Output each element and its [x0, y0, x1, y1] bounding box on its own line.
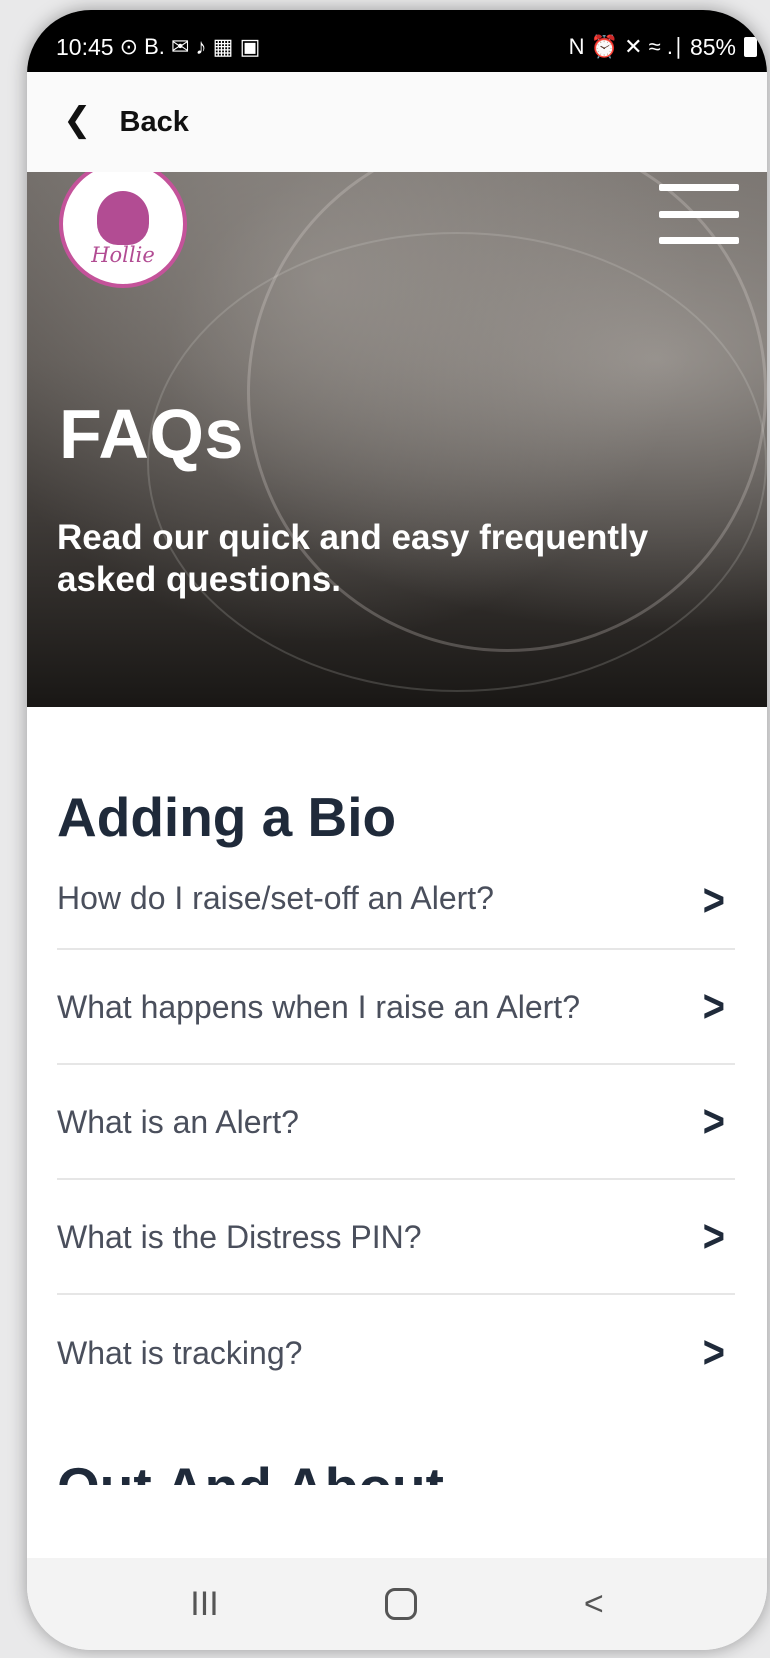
faq-item[interactable]: What is an Alert? >: [57, 1065, 735, 1180]
faq-question: What is tracking?: [57, 1335, 303, 1371]
faq-item[interactable]: What is the Distress PIN? >: [57, 1180, 735, 1295]
faq-item[interactable]: What is tracking? >: [57, 1295, 735, 1410]
back-button[interactable]: Back: [120, 106, 189, 139]
logo-portrait-icon: [97, 191, 149, 245]
hamburger-menu-icon[interactable]: [659, 184, 739, 244]
status-bar-right: N ⏰ ✕ ≈ .∣ 85%: [569, 34, 757, 61]
chevron-right-icon: >: [702, 1327, 725, 1379]
back-chevron-icon[interactable]: ❮: [63, 100, 92, 140]
system-navigation-bar: III <: [27, 1558, 767, 1650]
section-title: Adding a Bio: [57, 786, 397, 848]
home-button[interactable]: [385, 1588, 418, 1620]
status-bar-left: 10:45 ⊙ B. ✉ ♪ ▦ ▣: [56, 34, 260, 61]
system-back-button[interactable]: <: [584, 1585, 604, 1624]
chevron-right-icon: >: [702, 1211, 725, 1263]
battery-icon: [744, 37, 757, 57]
page-title: FAQs: [59, 395, 244, 473]
faq-list: How do I raise/set-off an Alert? > What …: [57, 864, 735, 1410]
faq-item[interactable]: How do I raise/set-off an Alert? >: [57, 864, 735, 950]
faq-question: What is an Alert?: [57, 1104, 299, 1140]
chevron-right-icon: >: [702, 981, 725, 1033]
hero-banner: Hollie FAQs Read our quick and easy freq…: [27, 172, 767, 707]
faq-question: What is the Distress PIN?: [57, 1219, 422, 1255]
chevron-right-icon: >: [702, 1096, 725, 1148]
menu-line: [659, 237, 739, 244]
system-status-icons: N ⏰ ✕ ≈ .∣: [568, 34, 684, 59]
recent-apps-button[interactable]: III: [190, 1585, 218, 1624]
notification-icons: ⊙ B. ✉ ♪ ▦ ▣: [119, 34, 261, 59]
menu-line: [659, 184, 739, 191]
battery-percent: 85%: [689, 33, 736, 60]
brand-logo[interactable]: Hollie: [59, 172, 187, 288]
phone-screen: 10:45 ⊙ B. ✉ ♪ ▦ ▣ N ⏰ ✕ ≈ .∣ 85% ❮ Back…: [27, 10, 767, 1650]
faq-item[interactable]: What happens when I raise an Alert? >: [57, 950, 735, 1065]
logo-wordmark: Hollie: [91, 243, 155, 267]
faq-question: What happens when I raise an Alert?: [57, 989, 580, 1025]
next-section-title: Out And About: [57, 1447, 444, 1485]
top-nav-bar: ❮ Back: [27, 72, 767, 172]
status-time: 10:45: [56, 33, 114, 60]
menu-line: [659, 210, 739, 218]
page-subtitle: Read our quick and easy frequently asked…: [57, 518, 649, 599]
status-bar: 10:45 ⊙ B. ✉ ♪ ▦ ▣ N ⏰ ✕ ≈ .∣ 85%: [27, 10, 767, 72]
chevron-right-icon: >: [702, 875, 725, 927]
faq-question: How do I raise/set-off an Alert?: [57, 880, 494, 916]
